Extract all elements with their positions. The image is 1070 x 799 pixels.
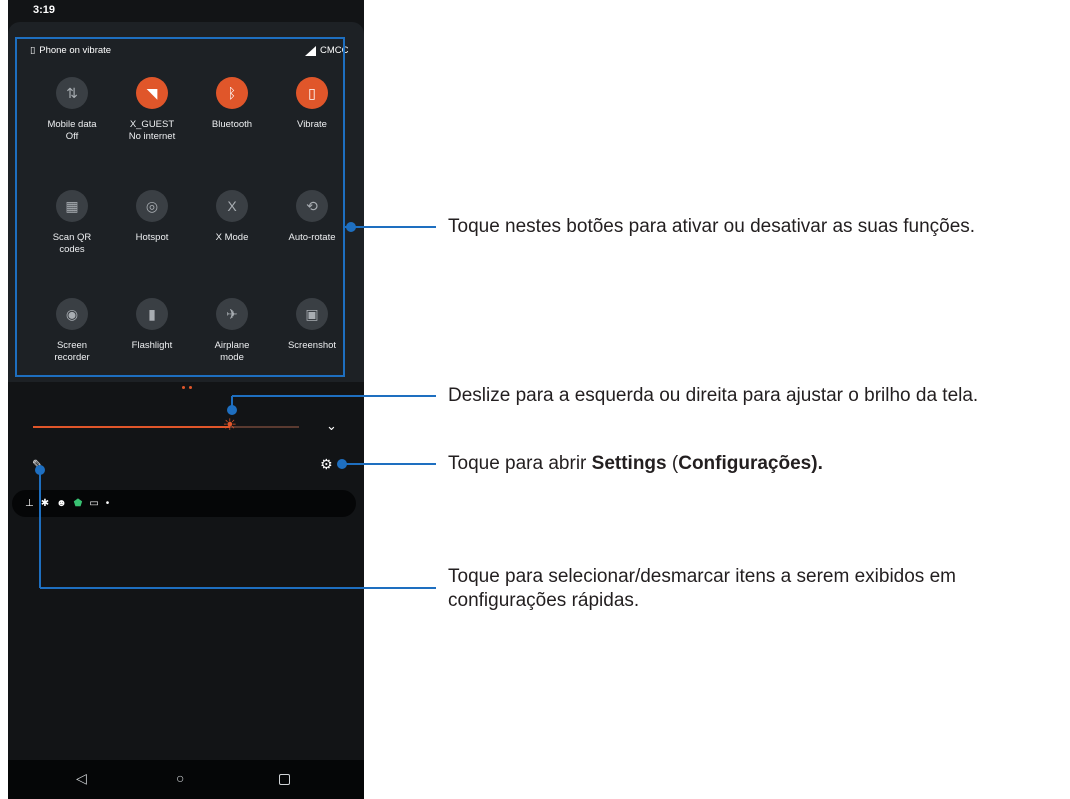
settings-annotation: Toque para abrir Settings (Configurações…: [448, 453, 823, 474]
edit-annotation: Toque para selecionar/desmarcar itens a …: [448, 566, 956, 611]
brightness-annotation: Deslize para a esquerda ou direita para …: [448, 385, 979, 406]
tiles-annotation: Toque nestes botões para ativar ou desat…: [448, 216, 976, 237]
